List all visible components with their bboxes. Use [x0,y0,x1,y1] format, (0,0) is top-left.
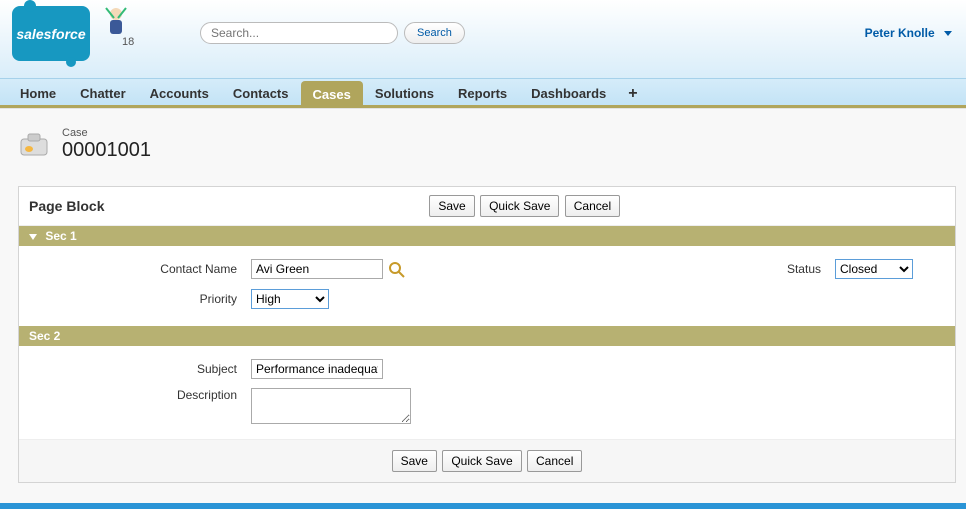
save-button[interactable]: Save [429,195,474,217]
save-button-bottom[interactable]: Save [392,450,437,472]
chevron-down-icon [944,31,952,36]
section-header-sec1[interactable]: Sec 1 [19,226,955,246]
page-block-buttons-bottom: Save Quick Save Cancel [19,439,955,482]
contact-name-label: Contact Name [19,262,251,276]
page-block: Page Block Save Quick Save Cancel Sec 1 … [18,186,956,483]
status-label: Status [591,262,835,276]
user-menu[interactable]: Peter Knolle [865,26,952,40]
cancel-button-bottom[interactable]: Cancel [527,450,582,472]
section-body-sec2: Subject Description [19,346,955,439]
page-body: Case 00001001 Page Block Save Quick Save… [0,108,966,503]
page-block-title: Page Block [29,198,104,214]
description-label: Description [19,388,251,402]
section-title: Sec 2 [29,329,60,343]
cancel-button[interactable]: Cancel [565,195,620,217]
search-button[interactable]: Search [404,22,465,44]
mascot-badge: 18 [122,36,134,48]
collapse-icon [29,234,37,240]
tab-dashboards[interactable]: Dashboards [519,79,618,105]
tab-cases[interactable]: Cases [301,81,363,105]
case-icon [18,131,52,159]
section-body-sec1: Contact Name Status Closed Priority [19,246,955,326]
salesforce-logo: salesforce [12,6,90,61]
tab-solutions[interactable]: Solutions [363,79,446,105]
footer-edge [0,503,966,509]
global-search: Search [200,22,465,44]
lookup-icon[interactable] [388,261,406,279]
mascot-icon [100,4,132,40]
description-textarea[interactable] [251,388,411,424]
subject-label: Subject [19,362,251,376]
record-type: Case [62,127,151,139]
quick-save-button-bottom[interactable]: Quick Save [442,450,521,472]
tab-home[interactable]: Home [8,79,68,105]
subject-input[interactable] [251,359,383,379]
contact-name-input[interactable] [251,259,383,279]
page-block-header: Page Block Save Quick Save Cancel [19,187,955,226]
tab-add[interactable]: + [618,79,647,105]
status-select[interactable]: Closed [835,259,913,279]
tab-contacts[interactable]: Contacts [221,79,301,105]
record-header: Case 00001001 [18,127,956,162]
search-input[interactable] [200,22,398,44]
section-title: Sec 1 [45,229,76,243]
tab-reports[interactable]: Reports [446,79,519,105]
page-block-buttons-top: Save Quick Save Cancel [104,195,945,217]
record-title: 00001001 [62,139,151,162]
tab-chatter[interactable]: Chatter [68,79,138,105]
priority-label: Priority [19,292,251,306]
section-header-sec2: Sec 2 [19,326,955,346]
tab-accounts[interactable]: Accounts [138,79,221,105]
quick-save-button[interactable]: Quick Save [480,195,559,217]
user-name: Peter Knolle [865,26,935,40]
global-header: salesforce 18 Search Peter Knolle [0,0,966,78]
priority-select[interactable]: High [251,289,329,309]
app-tabs: Home Chatter Accounts Contacts Cases Sol… [0,78,966,108]
